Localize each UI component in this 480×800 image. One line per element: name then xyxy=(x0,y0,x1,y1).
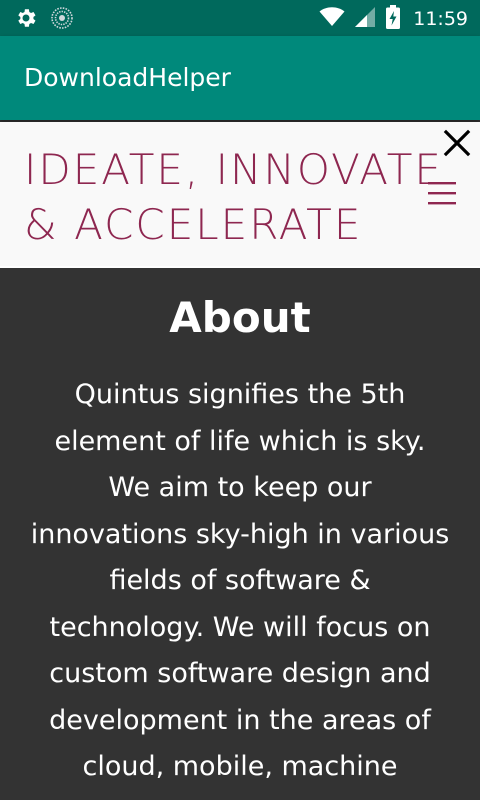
status-time: 11:59 xyxy=(413,8,468,30)
close-button[interactable] xyxy=(440,126,474,160)
hamburger-menu-icon xyxy=(428,182,456,205)
about-section: About Quintus signifies the 5th element … xyxy=(0,268,480,800)
sync-icon xyxy=(50,6,74,34)
status-bar-right: 11:59 xyxy=(319,4,468,34)
app-bar: DownloadHelper xyxy=(0,36,480,120)
status-bar-left xyxy=(14,6,74,34)
wifi-icon xyxy=(319,5,345,33)
site-header: IDEATE, INNOVATE & ACCELERATE xyxy=(0,122,480,268)
about-body-text: Quintus signifies the 5th element of lif… xyxy=(30,379,450,782)
site-tagline: IDEATE, INNOVATE & ACCELERATE xyxy=(24,145,443,249)
status-bar: 11:59 xyxy=(0,0,480,36)
battery-charging-icon xyxy=(385,4,401,34)
signal-icon xyxy=(353,5,377,33)
about-title: About xyxy=(169,293,311,342)
close-icon xyxy=(443,129,471,157)
menu-button[interactable] xyxy=(424,176,460,212)
settings-icon xyxy=(14,6,38,34)
app-title: DownloadHelper xyxy=(24,63,231,92)
